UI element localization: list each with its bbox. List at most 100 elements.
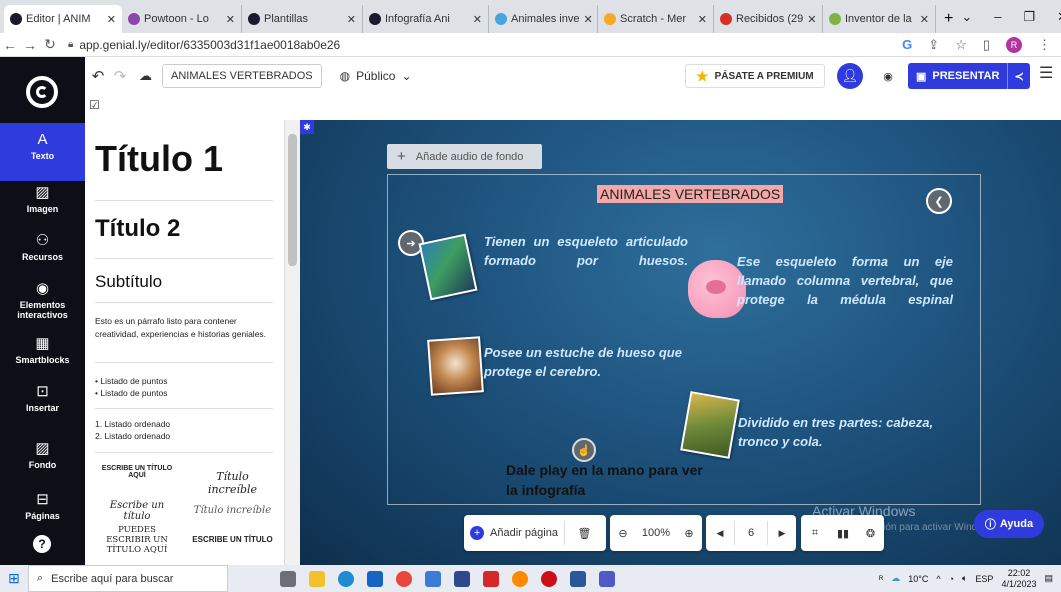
tray-expand-icon[interactable]: ^ [936, 574, 940, 584]
zoom-in-icon[interactable]: ⊕ [676, 515, 702, 551]
font-sample[interactable]: ESCRIBE UN TÍTULO AQUÍ [97, 465, 177, 479]
sidebar-item-smartblocks[interactable]: ▦ Smartblocks [0, 334, 85, 365]
browser-menu-icon[interactable]: ⋮ [1038, 37, 1051, 53]
tab-close-icon[interactable]: ✕ [803, 13, 816, 26]
undo-icon[interactable]: ↶ [87, 67, 109, 85]
next-page-icon[interactable]: ▶ [768, 515, 796, 551]
sidebar-item-insertar[interactable]: ⊡ Insertar [0, 382, 85, 413]
pin-icon[interactable]: ✱ [300, 120, 314, 134]
close-window-button[interactable]: ✕ [1057, 9, 1061, 25]
share-page-icon[interactable]: ⇪ [928, 37, 939, 53]
browser-tab[interactable]: Plantillas ✕ [242, 5, 363, 33]
tab-close-icon[interactable]: ✕ [916, 13, 929, 26]
opera-icon[interactable] [541, 570, 557, 587]
tab-close-icon[interactable]: ✕ [103, 13, 116, 26]
reload-icon[interactable]: ↻ [40, 36, 60, 53]
word-icon[interactable] [570, 570, 586, 587]
subtitle-style[interactable]: Subtítulo [95, 272, 275, 292]
google-icon[interactable]: G [902, 37, 912, 52]
genially-logo[interactable] [26, 76, 58, 108]
trash-icon[interactable]: 🗑︎ [564, 521, 604, 545]
app-icon[interactable] [454, 570, 470, 587]
font-sample[interactable]: Título increíble [190, 505, 275, 516]
firefox-icon[interactable] [512, 570, 528, 587]
sidebar-item-paginas[interactable]: ⊟ Páginas [0, 490, 85, 521]
chrome-icon[interactable] [396, 570, 412, 587]
bookmark-star-icon[interactable]: ☆ [955, 37, 967, 53]
add-page-button[interactable]: + Añadir página [464, 515, 564, 551]
browser-tab[interactable]: Scratch - Mer ✕ [598, 5, 714, 33]
tab-search-icon[interactable]: ⌄ [961, 9, 972, 25]
edge-icon[interactable] [338, 570, 354, 587]
sidebar-item-imagen[interactable]: ▨ Imagen [0, 183, 85, 214]
font-sample[interactable]: Título increíble [190, 470, 275, 496]
side-panel-icon[interactable]: ▯ [983, 37, 990, 53]
font-sample[interactable]: Escribe un título [97, 500, 177, 522]
browser-tab[interactable]: Editor | ANIM ✕ [4, 5, 122, 33]
share-icon[interactable]: ≺ [1007, 63, 1029, 89]
grid-icon[interactable]: ⌗ [801, 515, 829, 551]
panel-scrollbar[interactable] [285, 120, 300, 565]
bullet-list-style[interactable]: • Listado de puntos • Listado de puntos [95, 375, 275, 399]
paragraph-style[interactable]: Esto es un párrafo listo para contener c… [95, 315, 275, 341]
browser-tab[interactable]: Recibidos (29 ✕ [714, 5, 823, 33]
teams-icon[interactable] [599, 570, 615, 587]
zoom-out-icon[interactable]: ⊖ [610, 515, 636, 551]
sidebar-item-fondo[interactable]: ▨ Fondo [0, 439, 85, 470]
browser-tab[interactable]: Powtoon - Lo ✕ [122, 5, 242, 33]
kangaroo-image[interactable] [680, 391, 740, 459]
present-button[interactable]: ▣ PRESENTAR ≺ [908, 63, 1030, 89]
heading-2-style[interactable]: Título 2 [95, 215, 275, 243]
spine-text[interactable]: Ese esqueleto forma un eje llamado colum… [737, 252, 953, 309]
sidebar-item-elementos-interactivos[interactable]: ◉ Elementos interactivos [0, 279, 85, 320]
tab-close-icon[interactable]: ✕ [694, 13, 707, 26]
profile-avatar[interactable]: R [1006, 36, 1022, 53]
new-tab-button[interactable]: + [936, 5, 961, 33]
font-sample[interactable]: ESCRIBE UN TÍTULO [190, 535, 275, 544]
skeleton-text[interactable]: Tienen un esqueleto articulado formado p… [484, 232, 688, 270]
tab-close-icon[interactable]: ✕ [343, 13, 356, 26]
page-number[interactable]: 6 [734, 521, 768, 545]
premium-button[interactable]: ★ PÁSATE A PREMIUM [685, 64, 825, 88]
font-sample[interactable]: PUEDES ESCRIBIR UN TÍTULO AQUÍ [97, 525, 177, 555]
app-icon[interactable] [483, 570, 499, 587]
app-icon[interactable] [425, 570, 441, 587]
browser-tab[interactable]: Animales inve ✕ [489, 5, 598, 33]
people-icon[interactable]: ᴿ [879, 574, 883, 584]
checklist-icon[interactable]: ☑ [89, 98, 100, 112]
forward-icon[interactable]: → [20, 37, 40, 53]
palette-icon[interactable]: ❂ [857, 515, 884, 551]
back-arrow-icon[interactable]: ❮ [926, 188, 952, 214]
minimize-button[interactable]: – [994, 9, 1001, 24]
file-explorer-icon[interactable] [309, 570, 325, 587]
clock[interactable]: 22:02 4/1/2023 [1001, 568, 1036, 590]
ordered-list-style[interactable]: 1. Listado ordenado 2. Listado ordenado [95, 418, 275, 442]
volume-icon[interactable]: 🔈︎ [962, 573, 967, 584]
slide-canvas[interactable]: ✱ + Añade audio de fondo ANIMALES VERTEB… [300, 120, 1061, 565]
network-icon[interactable]: ◔ [949, 574, 954, 584]
tab-close-icon[interactable]: ✕ [222, 13, 235, 26]
language-indicator[interactable]: ESP [975, 574, 993, 584]
visibility-dropdown[interactable]: ◍ Público ⌄ [340, 69, 412, 83]
add-audio-button[interactable]: + Añade audio de fondo [387, 144, 542, 169]
task-view-icon[interactable] [280, 570, 296, 587]
help-button[interactable]: ⓘ Ayuda [974, 510, 1044, 538]
mail-icon[interactable] [367, 570, 383, 587]
add-collaborator-button[interactable]: 👤︎ [837, 63, 863, 89]
browser-tab[interactable]: Infografía Ani ✕ [363, 5, 489, 33]
redo-icon[interactable]: ↷ [109, 67, 131, 85]
tab-close-icon[interactable]: ✕ [579, 13, 592, 26]
notifications-icon[interactable]: ▤ [1044, 573, 1053, 584]
help-icon[interactable]: ? [33, 535, 51, 553]
slide-title[interactable]: ANIMALES VERTEBRADOS [597, 185, 784, 203]
sidebar-item-texto[interactable]: A Texto [0, 123, 85, 181]
previous-page-icon[interactable]: ◀ [706, 515, 734, 551]
tab-close-icon[interactable]: ✕ [469, 13, 482, 26]
browser-tab[interactable]: Inventor de la ✕ [823, 5, 936, 33]
body-parts-text[interactable]: Dividido en tres partes: cabeza, tronco … [738, 413, 958, 451]
preview-eye-icon[interactable]: ◉ [875, 63, 901, 89]
cloud-save-icon[interactable]: ☁ [139, 68, 152, 84]
dog-image[interactable] [427, 336, 484, 396]
weather-icon[interactable]: ☁ [891, 573, 900, 584]
maximize-button[interactable]: ❐ [1023, 9, 1035, 25]
